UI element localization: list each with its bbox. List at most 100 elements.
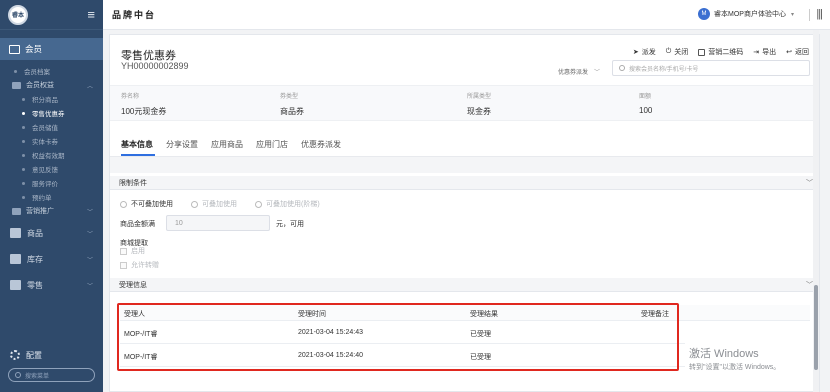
sidebar-item-member-archive[interactable]: 会员档案 — [0, 64, 103, 78]
tab-basic-info[interactable]: 基本信息 — [121, 139, 153, 150]
sidebar-item-validity[interactable]: 权益有效期 — [0, 148, 103, 162]
sidebar-item-label: 零售 — [27, 280, 43, 290]
sidebar-item-stored-value[interactable]: 会员储值 — [0, 120, 103, 134]
chevron-down-icon: ﹀ — [86, 257, 93, 264]
bullet-icon — [22, 181, 25, 185]
sidebar-group-member-rights[interactable]: 会员权益 ︿ — [0, 78, 103, 92]
chevron-down-icon: ﹀ — [86, 231, 93, 238]
sidebar-item-config[interactable]: 配置 — [0, 346, 103, 364]
chevron-down-icon: ▾ — [790, 11, 794, 18]
sidebar-item-label: 服务评价 — [32, 181, 58, 188]
dispatch-button[interactable]: ➤ 派发 — [633, 47, 656, 57]
bullet-icon — [22, 167, 25, 171]
action-bar: ➤ 派发 ⏻ 关闭 营销二维码 ⇥ 导出 ↩ 返回 — [633, 47, 809, 57]
sidebar-item-retail-coupon[interactable]: 零售优惠券 — [0, 106, 103, 120]
radio-circle — [255, 200, 262, 208]
section-restrict-header[interactable]: 限制条件 ﹀ — [110, 176, 819, 190]
chevron-down-icon: ﹀ — [806, 281, 813, 289]
checkbox-label: 启用 — [131, 248, 145, 255]
sidebar-item-goods[interactable]: 商品 ﹀ — [0, 220, 103, 246]
menu-search-input[interactable]: 搜索菜单 — [8, 368, 95, 382]
dispatch-select-value: 优惠券派发 — [558, 70, 589, 76]
dispatch-select[interactable]: 优惠券派发 ﹀ — [558, 67, 600, 76]
coupon-code: YH00000002899 — [121, 61, 189, 71]
checkbox-box — [120, 261, 127, 269]
scrollbar-thumb[interactable] — [814, 285, 818, 370]
checkbox-enable[interactable]: 启用 — [120, 246, 145, 256]
export-label: 导出 — [762, 49, 777, 56]
sidebar-item-label: 实体卡券 — [32, 139, 58, 146]
watermark-subtitle: 转到"设置"以激活 Windows。 — [689, 364, 781, 371]
sidebar-item-label: 商品 — [27, 228, 43, 238]
sidebar-item-label: 会员储值 — [32, 125, 58, 132]
radio-stack[interactable]: 可叠加使用 — [191, 199, 237, 209]
info-face-value: 面额 100 — [639, 91, 652, 115]
section-title: 限制条件 — [119, 179, 147, 187]
menu-search-placeholder: 搜索菜单 — [25, 373, 50, 380]
checkbox-box — [120, 247, 127, 255]
sidebar-item-label: 预约单 — [32, 195, 52, 202]
tab-coupon-dispatch[interactable]: 优惠券派发 — [301, 139, 341, 150]
export-button[interactable]: ⇥ 导出 — [753, 47, 776, 57]
sidebar-item-label: 权益有效期 — [32, 153, 65, 160]
table-header: 受理人 受理时间 受理结果 受理备注 — [120, 305, 810, 321]
brand-bar: 睿本 ≡ — [0, 0, 103, 30]
warehouse-icon — [10, 254, 21, 264]
sidebar-item-retail[interactable]: 零售 ﹀ — [0, 272, 103, 298]
tab-applied-goods[interactable]: 应用商品 — [211, 139, 243, 150]
tab-share-settings[interactable]: 分享设置 — [166, 139, 198, 150]
divider — [809, 9, 810, 21]
sidebar-item-points-goods[interactable]: 积分商品 — [0, 92, 103, 106]
sidebar-item-inventory[interactable]: 库存 ﹀ — [0, 246, 103, 272]
qrcode-icon — [698, 48, 706, 56]
chevron-down-icon: ﹀ — [86, 283, 93, 290]
top-bar: 品牌中台 M 睿本MOP商户体验中心 ▾ ||| — [103, 0, 830, 30]
menu-toggle-icon[interactable]: ≡ — [87, 8, 95, 21]
sidebar-item-reservation[interactable]: 预约单 — [0, 190, 103, 204]
sidebar-item-feedback[interactable]: 意见反馈 — [0, 162, 103, 176]
store-icon — [10, 280, 21, 290]
sidebar-item-service-review[interactable]: 服务评价 — [0, 176, 103, 190]
member-search-input[interactable]: 搜索会员名称/手机号/卡号 — [612, 60, 810, 76]
sidebar-group-marketing[interactable]: 营销推广 ﹀ — [0, 204, 103, 218]
sidebar-item-member[interactable]: 会员 — [0, 38, 103, 60]
member-card-icon — [9, 44, 20, 54]
grid-icon — [10, 228, 21, 238]
chevron-down-icon: ﹀ — [806, 179, 813, 187]
folder-icon — [12, 207, 21, 215]
back-label: 返回 — [795, 49, 809, 56]
windows-activation-watermark: 激活 Windows 转到"设置"以激活 Windows。 — [689, 345, 780, 372]
info-coupon-name: 券名称 100元现金券 — [121, 91, 166, 117]
checkbox-label: 允许转赠 — [131, 262, 159, 269]
power-icon: ⏻ — [665, 48, 672, 55]
close-button[interactable]: ⏻ 关闭 — [666, 47, 689, 57]
radio-circle — [191, 200, 198, 208]
cell-handler: MOP-/IT睿 — [124, 331, 158, 338]
checkbox-allow-gift[interactable]: 允许转赠 — [120, 260, 159, 270]
sidebar-item-physical-card[interactable]: 实体卡券 — [0, 134, 103, 148]
radio-stack-tiered[interactable]: 可叠加使用(阶梯) — [255, 199, 320, 209]
amount-label: 商品金额满 — [120, 221, 155, 228]
chevron-down-icon: ﹀ — [594, 70, 601, 76]
sidebar-item-label: 意见反馈 — [32, 167, 58, 174]
amount-input[interactable]: 10 — [166, 215, 270, 231]
back-button[interactable]: ↩ 返回 — [786, 47, 809, 57]
sidebar-item-label: 会员档案 — [24, 69, 50, 76]
info-label: 券类型 — [280, 94, 299, 100]
table-row: MOP-/IT睿 2021-03-04 15:24:40 已受理 — [120, 345, 685, 367]
tab-applied-stores[interactable]: 应用门店 — [256, 139, 288, 150]
search-icon — [619, 65, 625, 71]
export-icon: ⇥ — [753, 49, 760, 56]
column-header: 受理备注 — [641, 311, 669, 318]
more-icon[interactable]: ||| — [816, 8, 823, 20]
sidebar: 睿本 ≡ 会员 会员档案 会员权益 ︿ 积分商品 零售优惠券 会员储值 实体卡券 … — [0, 0, 103, 392]
info-coupon-type: 券类型 商品券 — [280, 91, 304, 117]
bullet-icon — [22, 195, 25, 199]
page-scrollbar[interactable] — [813, 30, 819, 392]
qrcode-button[interactable]: 营销二维码 — [698, 47, 743, 57]
section-accept-header[interactable]: 受理信息 ﹀ — [110, 278, 819, 292]
radio-no-stack[interactable]: 不可叠加使用 — [120, 199, 173, 209]
info-label: 券名称 — [121, 94, 140, 100]
spacer — [110, 157, 819, 173]
user-menu[interactable]: M 睿本MOP商户体验中心 ▾ — [698, 8, 794, 20]
